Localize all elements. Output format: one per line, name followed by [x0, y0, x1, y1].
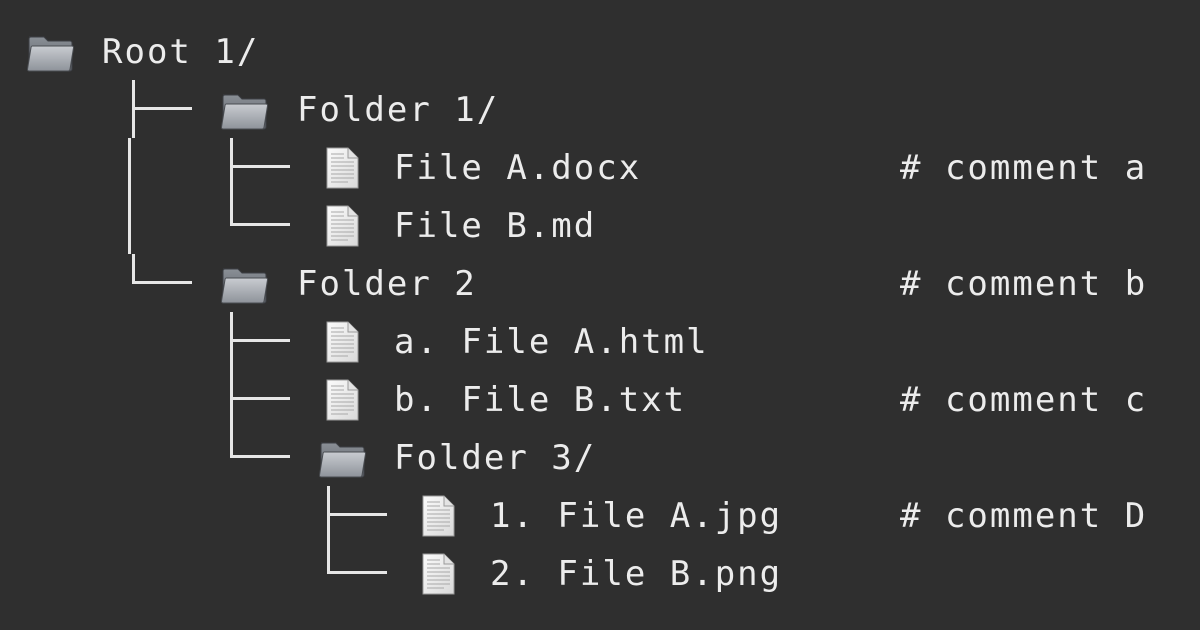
- folder-icon: [220, 262, 268, 306]
- file-icon: [318, 320, 366, 364]
- tree-row-folder-1[interactable]: Folder 1/: [0, 80, 1200, 138]
- folder-1-label: Folder 1/: [297, 90, 500, 130]
- comment-d: # comment D: [900, 496, 1148, 536]
- tree-row-folder-3[interactable]: Folder 3/: [0, 428, 1200, 486]
- file-a-docx-label: File A.docx: [394, 148, 642, 188]
- comment-a: # comment a: [900, 148, 1148, 188]
- tree-row-file-b-png[interactable]: 2. File B.png: [0, 544, 1200, 602]
- tree-row-file-a-jpg[interactable]: 1. File A.jpg # comment D: [0, 486, 1200, 544]
- folder-icon: [318, 436, 366, 480]
- tree-last-branch-connector: [323, 544, 393, 602]
- file-a-html-label: a. File A.html: [394, 322, 709, 362]
- tree-vertical-line: [128, 138, 131, 196]
- comment-b: # comment b: [900, 264, 1148, 304]
- file-icon: [318, 378, 366, 422]
- tree-row-root[interactable]: Root 1/: [0, 22, 1200, 80]
- tree-last-branch-connector: [226, 428, 296, 486]
- file-b-txt-label: b. File B.txt: [394, 380, 687, 420]
- tree-last-branch-connector: [128, 254, 198, 312]
- folder-icon: [26, 30, 74, 74]
- tree-branch-connector: [226, 370, 296, 428]
- tree-branch-connector: [226, 138, 296, 196]
- tree-row-file-b-txt[interactable]: b. File B.txt # comment c: [0, 370, 1200, 428]
- comment-c: # comment c: [900, 380, 1148, 420]
- file-a-jpg-label: 1. File A.jpg: [490, 496, 783, 536]
- file-icon: [414, 494, 462, 538]
- folder-3-label: Folder 3/: [394, 438, 597, 478]
- folder-icon: [220, 88, 268, 132]
- tree-branch-connector: [323, 486, 393, 544]
- file-icon: [414, 552, 462, 596]
- tree-last-branch-connector: [226, 196, 296, 254]
- file-b-png-label: 2. File B.png: [490, 554, 783, 594]
- tree-row-file-a-html[interactable]: a. File A.html: [0, 312, 1200, 370]
- tree-row-folder-2[interactable]: Folder 2 # comment b: [0, 254, 1200, 312]
- file-icon: [318, 146, 366, 190]
- file-b-md-label: File B.md: [394, 206, 597, 246]
- tree-row-file-a-docx[interactable]: File A.docx # comment a: [0, 138, 1200, 196]
- file-icon: [318, 204, 366, 248]
- tree-branch-connector: [226, 312, 296, 370]
- root-folder-label: Root 1/: [102, 32, 260, 72]
- folder-2-label: Folder 2: [297, 264, 477, 304]
- tree-vertical-line: [128, 196, 131, 254]
- tree-row-file-b-md[interactable]: File B.md: [0, 196, 1200, 254]
- file-tree: Root 1/ Folder 1/ File A.docx # comment …: [0, 0, 1200, 630]
- tree-branch-connector: [128, 80, 198, 138]
